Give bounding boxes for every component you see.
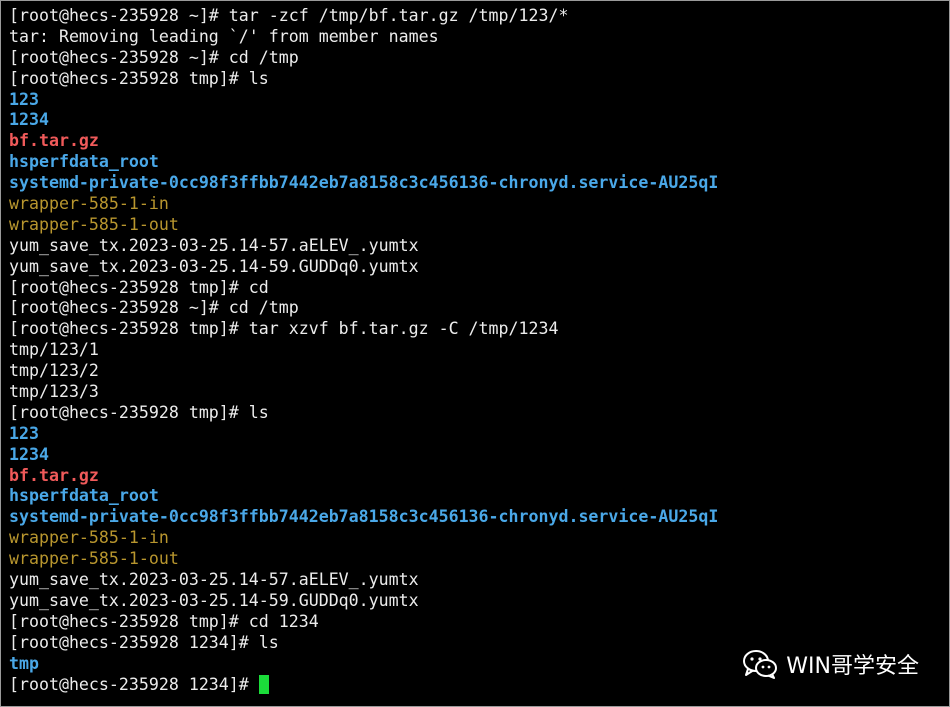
terminal-line: [root@hecs-235928 ~]# cd /tmp [9, 47, 299, 67]
terminal-line: tar: Removing leading `/' from member na… [9, 26, 439, 46]
terminal-prompt-line[interactable]: [root@hecs-235928 1234]# [9, 674, 718, 696]
terminal-line: hsperfdata_root [9, 152, 159, 172]
terminal-line: tmp [9, 653, 39, 673]
terminal-line: wrapper-585-1-in [9, 194, 169, 214]
terminal-line: hsperfdata_root [9, 486, 159, 506]
terminal-line: 1234 [9, 110, 49, 130]
terminal-line: 123 [9, 423, 39, 443]
watermark-text: WIN哥学安全 [786, 654, 919, 679]
terminal-line: [root@hecs-235928 ~]# tar -zcf /tmp/bf.t… [9, 6, 569, 25]
terminal-line: [root@hecs-235928 tmp]# ls [9, 402, 269, 422]
terminal-line: [root@hecs-235928 tmp]# ls [9, 68, 269, 88]
terminal-line: tmp/123/1 [9, 340, 99, 360]
shell-prompt: [root@hecs-235928 1234]# [9, 674, 259, 694]
terminal-line: [root@hecs-235928 ~]# cd /tmp [9, 298, 299, 318]
terminal-line: wrapper-585-1-out [9, 214, 179, 234]
terminal-line: systemd-private-0cc98f3ffbb7442eb7a8158c… [9, 507, 719, 527]
terminal-line: systemd-private-0cc98f3ffbb7442eb7a8158c… [9, 173, 719, 193]
terminal-line: wrapper-585-1-out [9, 549, 179, 569]
terminal-line: yum_save_tx.2023-03-25.14-59.GUDDq0.yumt… [9, 256, 419, 276]
terminal-window[interactable]: [root@hecs-235928 ~]# tar -zcf /tmp/bf.t… [0, 0, 950, 707]
terminal-line: [root@hecs-235928 1234]# ls [9, 632, 279, 652]
terminal-line: yum_save_tx.2023-03-25.14-57.aELEV_.yumt… [9, 235, 419, 255]
terminal-line: bf.tar.gz [9, 465, 99, 485]
terminal-line: yum_save_tx.2023-03-25.14-57.aELEV_.yumt… [9, 570, 419, 590]
terminal-line: bf.tar.gz [9, 131, 99, 151]
wechat-icon [742, 649, 778, 679]
terminal-line: [root@hecs-235928 tmp]# cd [9, 277, 269, 297]
terminal-line: 123 [9, 89, 39, 109]
terminal-line: [root@hecs-235928 tmp]# tar xzvf bf.tar.… [9, 319, 559, 339]
text-cursor [258, 674, 269, 694]
terminal-output: [root@hecs-235928 ~]# tar -zcf /tmp/bf.t… [9, 6, 718, 695]
terminal-line: 1234 [9, 444, 49, 464]
terminal-line: wrapper-585-1-in [9, 528, 169, 548]
terminal-line: tmp/123/3 [9, 382, 99, 402]
terminal-line: yum_save_tx.2023-03-25.14-59.GUDDq0.yumt… [9, 590, 419, 610]
terminal-line: [root@hecs-235928 tmp]# cd 1234 [9, 611, 319, 631]
terminal-line: tmp/123/2 [9, 361, 99, 381]
watermark: WIN哥学安全 [742, 648, 919, 680]
